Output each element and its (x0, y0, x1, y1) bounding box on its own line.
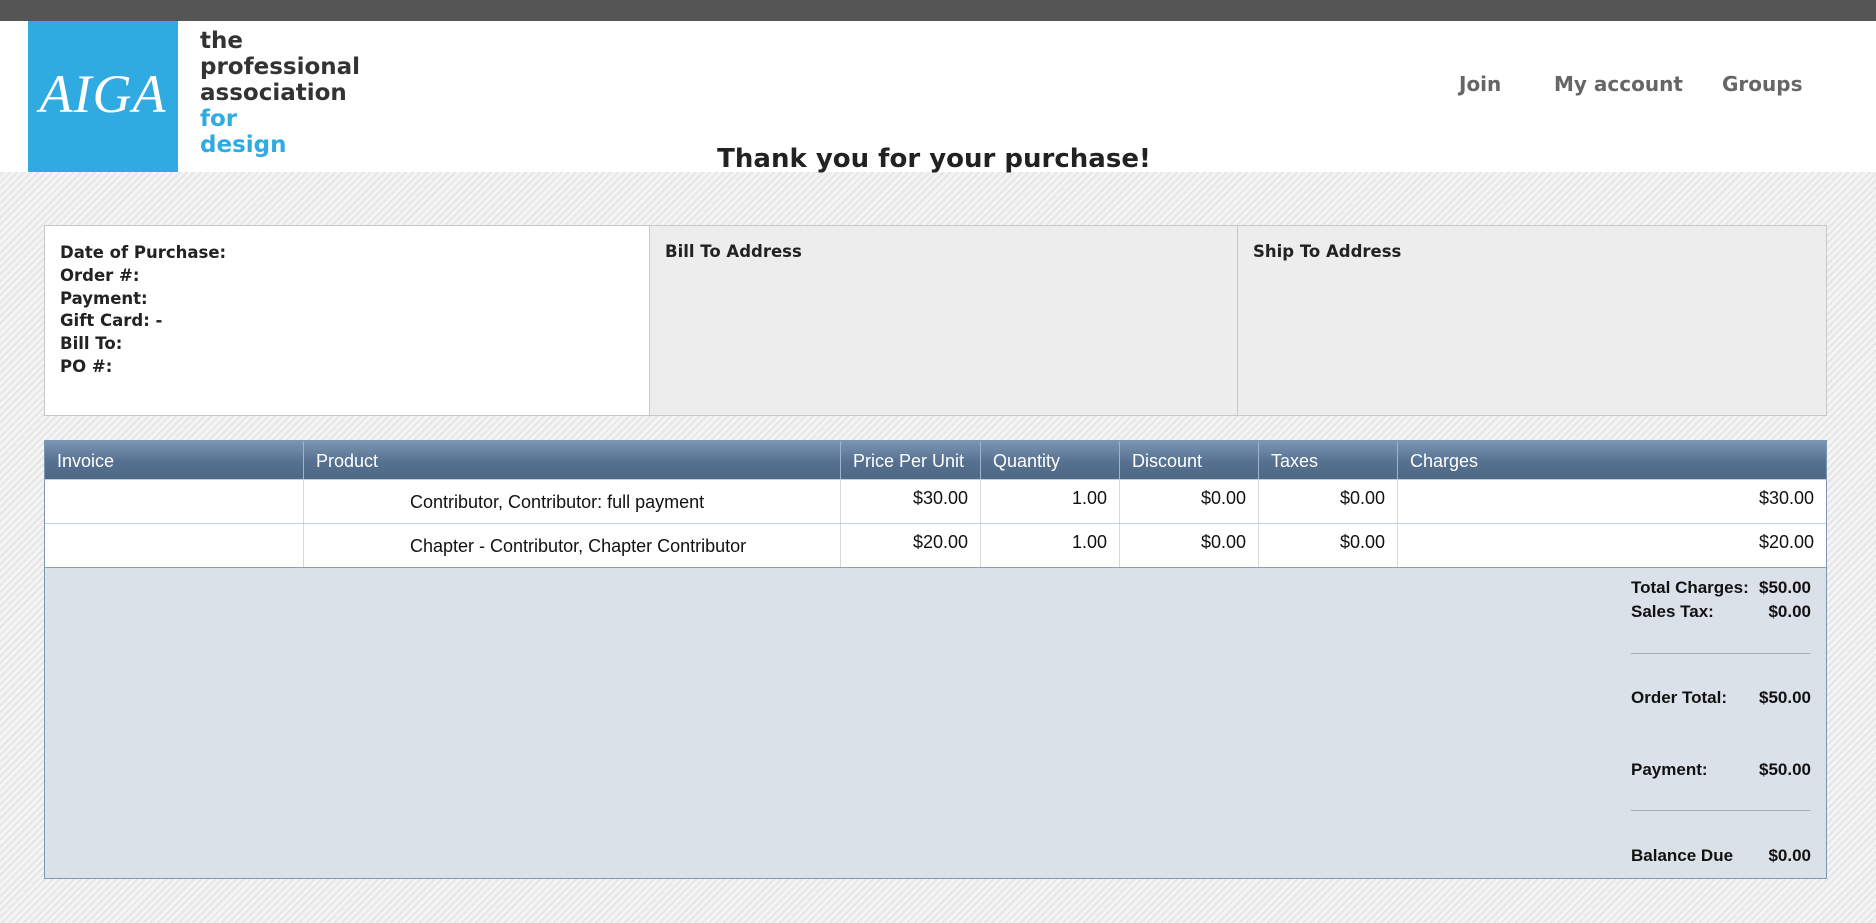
tagline-line: for (200, 106, 238, 132)
column-header: Price Per Unit (841, 441, 981, 479)
nav-groups[interactable]: Groups (1722, 72, 1802, 96)
invoice-cell (45, 524, 304, 567)
column-header: Product (304, 441, 841, 479)
nav-my-account[interactable]: My account (1554, 72, 1683, 96)
tagline-line: the (200, 28, 243, 54)
totals-divider (1631, 810, 1811, 811)
order-total-label: Order Total: (1631, 688, 1728, 707)
balance-due-label: Balance Due (1631, 846, 1734, 865)
gift-card-label: Gift Card: - (60, 311, 163, 331)
sales-tax-value: $0.00 (1768, 602, 1811, 621)
invoice-table: Invoice Product Price Per Unit Quantity … (44, 440, 1827, 879)
sales-tax-label: Sales Tax: (1631, 602, 1714, 621)
tagline-line: professional (200, 54, 361, 80)
ship-to-address: Ship To Address (1238, 226, 1826, 415)
bill-to-label: Bill To: (60, 334, 123, 354)
column-header: Invoice (45, 441, 304, 479)
ship-to-heading: Ship To Address (1253, 242, 1402, 261)
tagline: the professional association for design (200, 28, 360, 158)
payment-label: Payment: (60, 288, 148, 308)
payment-total-label: Payment: (1631, 760, 1708, 779)
order-details: Date of Purchase: Order #: Payment: Gift… (45, 226, 650, 415)
order-total-value: $50.00 (1759, 688, 1811, 707)
balance-due-value: $0.00 (1768, 846, 1811, 865)
table-row: Chapter - Contributor, Chapter Contribut… (45, 523, 1826, 567)
product-cell: Chapter - Contributor, Chapter Contribut… (304, 524, 841, 567)
totals-section: Total Charges: $50.00 Sales Tax: $0.00 O… (45, 567, 1826, 878)
page-title: Thank you for your purchase! (717, 144, 1151, 174)
bill-to-heading: Bill To Address (665, 242, 802, 261)
top-bar (0, 0, 1876, 21)
column-header: Taxes (1259, 441, 1398, 479)
quantity-cell: 1.00 (981, 524, 1120, 567)
total-charges-value: $50.00 (1759, 578, 1811, 597)
nav-join[interactable]: Join (1459, 72, 1501, 96)
table-row: Contributor, Contributor: full payment $… (45, 479, 1826, 523)
column-header: Quantity (981, 441, 1120, 479)
charges-cell: $20.00 (1758, 532, 1814, 552)
discount-cell: $0.00 (1120, 524, 1259, 567)
invoice-cell (45, 480, 304, 523)
order-info-panel: Date of Purchase: Order #: Payment: Gift… (44, 225, 1827, 416)
column-header: Charges (1410, 451, 1479, 471)
order-number-label: Order #: (60, 265, 140, 285)
column-header: Discount (1120, 441, 1259, 479)
date-of-purchase-label: Date of Purchase: (60, 243, 227, 262)
logo-text: AIGA (39, 64, 167, 124)
bill-to-address: Bill To Address (650, 226, 1238, 415)
payment-total-value: $50.00 (1759, 760, 1811, 779)
charges-cell: $30.00 (1758, 488, 1814, 508)
taxes-cell: $0.00 (1259, 480, 1398, 523)
tagline-line: association (200, 80, 347, 106)
table-header: Invoice Product Price Per Unit Quantity … (45, 441, 1826, 479)
price-cell: $30.00 (841, 480, 981, 523)
totals-divider (1631, 653, 1811, 654)
quantity-cell: 1.00 (981, 480, 1120, 523)
price-cell: $20.00 (841, 524, 981, 567)
taxes-cell: $0.00 (1259, 524, 1398, 567)
total-charges-label: Total Charges: (1631, 578, 1749, 597)
discount-cell: $0.00 (1120, 480, 1259, 523)
po-number-label: PO #: (60, 356, 113, 376)
product-cell: Contributor, Contributor: full payment (304, 480, 841, 523)
